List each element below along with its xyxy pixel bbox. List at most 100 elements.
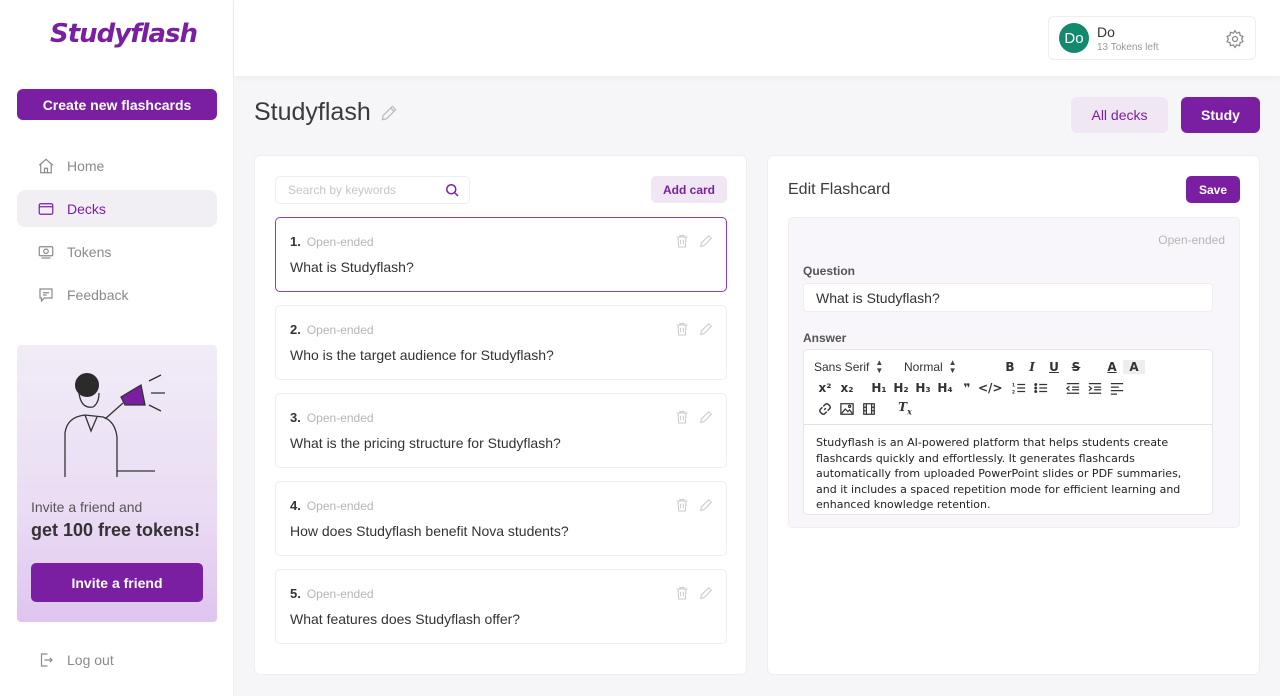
toolbar-row-2: x² x₂ H₁ H₂ H₃ H₄ ❞ </> 12	[814, 377, 1202, 398]
card-number: 5.	[290, 586, 301, 601]
subscript-icon[interactable]: x₂	[836, 381, 858, 395]
outdent-icon[interactable]	[1062, 380, 1084, 395]
list-item[interactable]: 4. Open-ended How does Studyflash benefi…	[275, 481, 727, 556]
question-label: Question	[803, 264, 856, 278]
user-meta: Do 13 Tokens left	[1097, 24, 1159, 53]
home-icon	[37, 157, 55, 175]
svg-text:2: 2	[1012, 389, 1015, 395]
image-icon[interactable]	[836, 401, 858, 416]
svg-text:1: 1	[1012, 382, 1015, 388]
bullet-list-icon[interactable]	[1030, 380, 1052, 395]
add-card-button[interactable]: Add card	[651, 176, 727, 203]
logout-button[interactable]: Log out	[37, 651, 114, 669]
pencil-icon[interactable]	[698, 585, 714, 601]
pencil-icon[interactable]	[698, 409, 714, 425]
bold-icon[interactable]: B	[999, 360, 1021, 374]
list-item[interactable]: 1. Open-ended What is Studyflash?	[275, 217, 727, 292]
superscript-icon[interactable]: x²	[814, 381, 836, 395]
gear-icon[interactable]	[1225, 29, 1245, 49]
save-button[interactable]: Save	[1186, 176, 1240, 203]
toolbar-row-1: Sans Serif ▲ ▼ Normal ▲ ▼ B I U S A A	[814, 356, 1202, 377]
trash-icon[interactable]	[674, 497, 690, 513]
video-icon[interactable]	[858, 401, 880, 416]
search-icon[interactable]	[443, 181, 461, 199]
card-question: How does Studyflash benefit Nova student…	[290, 523, 569, 539]
strikethrough-icon[interactable]: S	[1065, 360, 1087, 374]
invite-promo-card: Invite a friend and get 100 free tokens!…	[17, 345, 217, 622]
sidebar-item-label: Home	[67, 157, 105, 174]
heading-3-icon[interactable]: H₃	[912, 381, 934, 395]
pencil-icon[interactable]	[698, 497, 714, 513]
token-count: 13 Tokens left	[1097, 41, 1159, 53]
card-question: What is Studyflash?	[290, 259, 414, 275]
italic-icon[interactable]: I	[1021, 360, 1043, 374]
sidebar-nav: Home Decks Tokens Feedback	[17, 147, 217, 319]
logout-icon	[37, 651, 55, 669]
align-left-icon[interactable]	[1106, 380, 1128, 395]
answer-text[interactable]: Studyflash is an AI-powered platform tha…	[804, 425, 1212, 523]
trash-icon[interactable]	[674, 233, 690, 249]
card-actions	[674, 233, 714, 249]
card-type: Open-ended	[306, 411, 374, 425]
studyflash-logo[interactable]: Studyflash	[50, 14, 198, 54]
search-input[interactable]	[288, 183, 443, 197]
heading-4-icon[interactable]: H₄	[934, 381, 956, 395]
card-type: Open-ended	[306, 499, 374, 513]
edit-title-pencil-icon[interactable]	[379, 103, 399, 123]
trash-icon[interactable]	[674, 585, 690, 601]
card-head: 3. Open-ended	[290, 410, 712, 425]
background-color-icon[interactable]: A	[1123, 359, 1145, 374]
select-arrows-icon: ▲ ▼	[875, 357, 884, 375]
code-icon[interactable]: </>	[978, 381, 1003, 395]
user-name: Do	[1097, 23, 1115, 40]
card-head: 4. Open-ended	[290, 498, 712, 513]
sidebar-item-home[interactable]: Home	[17, 147, 217, 184]
card-number: 3.	[290, 410, 301, 425]
card-head: 2. Open-ended	[290, 322, 712, 337]
pencil-icon[interactable]	[698, 233, 714, 249]
sidebar-item-label: Decks	[67, 200, 106, 217]
trash-icon[interactable]	[674, 409, 690, 425]
underline-icon[interactable]: U	[1043, 360, 1065, 374]
tokens-icon	[37, 243, 55, 261]
sidebar-item-feedback[interactable]: Feedback	[17, 276, 217, 313]
user-card[interactable]: Do Do 13 Tokens left	[1048, 16, 1256, 60]
clear-formatting-icon[interactable]: Tx	[894, 400, 916, 416]
avatar: Do	[1059, 23, 1089, 53]
card-head: 1. Open-ended	[290, 234, 712, 249]
all-decks-button[interactable]: All decks	[1071, 97, 1168, 133]
trash-icon[interactable]	[674, 321, 690, 337]
promo-line2: get 100 free tokens!	[31, 520, 201, 540]
invite-friend-button[interactable]: Invite a friend	[31, 563, 203, 602]
card-number: 1.	[290, 234, 301, 249]
sidebar-item-tokens[interactable]: Tokens	[17, 233, 217, 270]
card-number: 4.	[290, 498, 301, 513]
list-item[interactable]: 3. Open-ended What is the pricing struct…	[275, 393, 727, 468]
font-family-select[interactable]: Sans Serif ▲ ▼	[814, 357, 904, 375]
deck-icon	[37, 200, 55, 218]
font-size-select[interactable]: Normal ▲ ▼	[904, 358, 999, 375]
sidebar-item-decks[interactable]: Decks	[17, 190, 217, 227]
font-size-value: Normal	[904, 359, 943, 374]
list-item[interactable]: 5. Open-ended What features does Studyfl…	[275, 569, 727, 644]
indent-icon[interactable]	[1084, 380, 1106, 395]
edit-flashcard-panel: Edit Flashcard Save Open-ended Question …	[767, 155, 1260, 675]
card-head: 5. Open-ended	[290, 586, 712, 601]
text-color-icon[interactable]: A	[1101, 360, 1123, 374]
pencil-icon[interactable]	[698, 321, 714, 337]
card-type: Open-ended	[306, 587, 374, 601]
card-type: Open-ended	[306, 235, 374, 249]
create-flashcards-button[interactable]: Create new flashcards	[17, 89, 217, 120]
ordered-list-icon[interactable]: 12	[1008, 380, 1030, 395]
deck-title-text: Studyflash	[254, 98, 371, 126]
list-item[interactable]: 2. Open-ended Who is the target audience…	[275, 305, 727, 380]
study-button[interactable]: Study	[1181, 97, 1260, 133]
megaphone-person-illustration	[64, 373, 165, 477]
heading-1-icon[interactable]: H₁	[868, 381, 890, 395]
logo-text: Studyflash	[50, 19, 198, 49]
toolbar-row-3: Tx	[814, 398, 1202, 419]
heading-2-icon[interactable]: H₂	[890, 381, 912, 395]
question-input[interactable]	[803, 283, 1213, 312]
blockquote-icon[interactable]: ❞	[956, 381, 978, 395]
link-icon[interactable]	[814, 401, 836, 416]
